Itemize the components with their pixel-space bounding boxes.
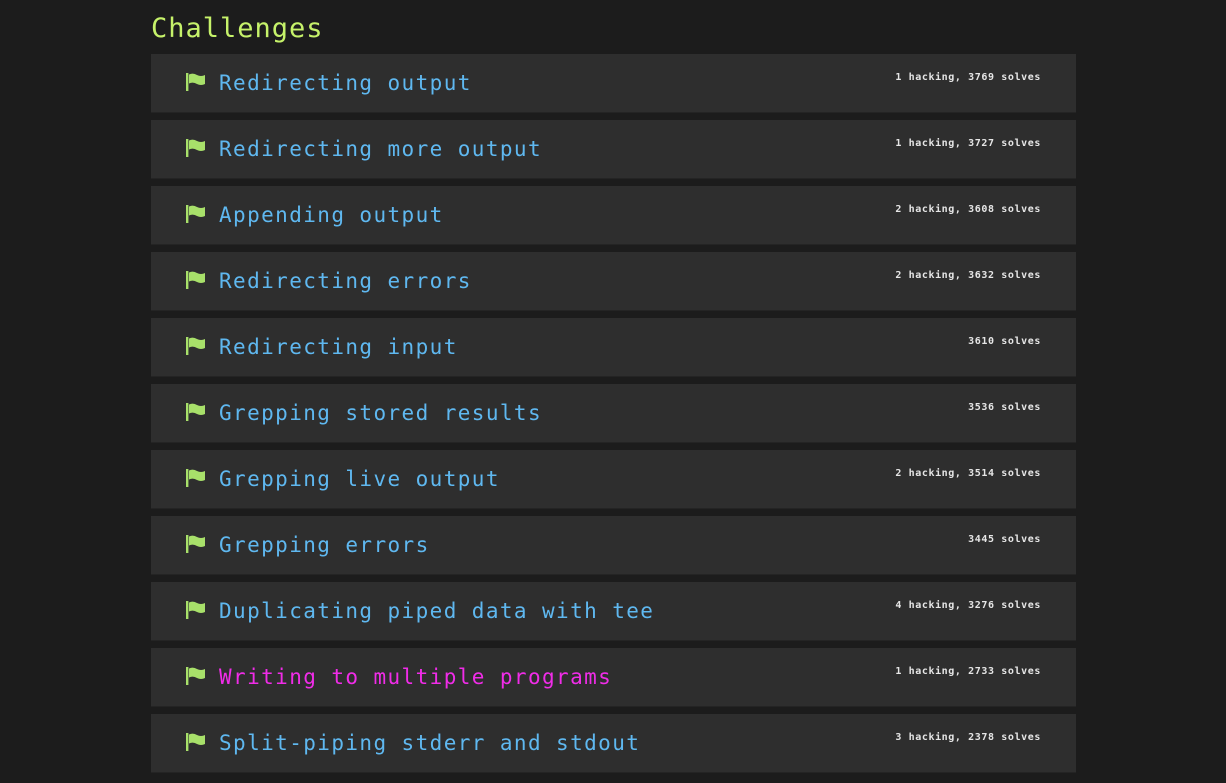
challenge-row[interactable]: Duplicating piped data with tee 4 hackin… bbox=[151, 582, 1076, 641]
flag-icon bbox=[186, 733, 205, 751]
flag-icon bbox=[186, 271, 205, 289]
flag-icon bbox=[186, 337, 205, 355]
flag-icon bbox=[186, 73, 205, 91]
challenge-title: Split-piping stderr and stdout bbox=[219, 731, 641, 755]
flag-icon bbox=[186, 601, 205, 619]
challenge-stats: 1 hacking, 3769 solves bbox=[895, 72, 1041, 83]
challenge-stats: 1 hacking, 3727 solves bbox=[895, 138, 1041, 149]
flag-icon bbox=[186, 403, 205, 421]
challenge-row[interactable]: Redirecting errors 2 hacking, 3632 solve… bbox=[151, 252, 1076, 311]
challenge-row[interactable]: Grepping stored results 3536 solves bbox=[151, 384, 1076, 443]
flag-icon bbox=[186, 205, 205, 223]
challenge-stats: 1 hacking, 2733 solves bbox=[895, 666, 1041, 677]
flag-icon bbox=[186, 469, 205, 487]
challenge-row[interactable]: Redirecting output 1 hacking, 3769 solve… bbox=[151, 54, 1076, 113]
challenge-row[interactable]: Grepping live output 2 hacking, 3514 sol… bbox=[151, 450, 1076, 509]
challenges-page: Challenges Redirecting output 1 hacking,… bbox=[0, 0, 1226, 783]
challenge-stats: 2 hacking, 3608 solves bbox=[895, 204, 1041, 215]
challenge-title: Grepping errors bbox=[219, 533, 430, 557]
challenge-title: Redirecting more output bbox=[219, 137, 542, 161]
challenge-stats: 3445 solves bbox=[968, 534, 1041, 545]
challenge-stats: 3610 solves bbox=[968, 336, 1041, 347]
challenge-stats: 3 hacking, 2378 solves bbox=[895, 732, 1041, 743]
challenge-stats: 4 hacking, 3276 solves bbox=[895, 600, 1041, 611]
challenge-list: Redirecting output 1 hacking, 3769 solve… bbox=[151, 54, 1076, 780]
challenge-stats: 3536 solves bbox=[968, 402, 1041, 413]
challenge-title: Redirecting input bbox=[219, 335, 458, 359]
challenge-title: Appending output bbox=[219, 203, 444, 227]
challenge-row[interactable]: Grepping errors 3445 solves bbox=[151, 516, 1076, 575]
challenge-title: Duplicating piped data with tee bbox=[219, 599, 655, 623]
challenge-row[interactable]: Redirecting more output 1 hacking, 3727 … bbox=[151, 120, 1076, 179]
challenge-title: Grepping stored results bbox=[219, 401, 542, 425]
challenge-stats: 2 hacking, 3514 solves bbox=[895, 468, 1041, 479]
challenge-row[interactable]: Appending output 2 hacking, 3608 solves bbox=[151, 186, 1076, 245]
challenge-row[interactable]: Redirecting input 3610 solves bbox=[151, 318, 1076, 377]
flag-icon bbox=[186, 535, 205, 553]
page-title: Challenges bbox=[151, 13, 324, 44]
challenge-title: Redirecting output bbox=[219, 71, 472, 95]
flag-icon bbox=[186, 667, 205, 685]
challenge-row[interactable]: Split-piping stderr and stdout 3 hacking… bbox=[151, 714, 1076, 773]
challenge-row-active[interactable]: Writing to multiple programs 1 hacking, … bbox=[151, 648, 1076, 707]
challenge-title: Writing to multiple programs bbox=[219, 665, 613, 689]
challenge-title: Redirecting errors bbox=[219, 269, 472, 293]
challenge-title: Grepping live output bbox=[219, 467, 500, 491]
challenge-stats: 2 hacking, 3632 solves bbox=[895, 270, 1041, 281]
flag-icon bbox=[186, 139, 205, 157]
